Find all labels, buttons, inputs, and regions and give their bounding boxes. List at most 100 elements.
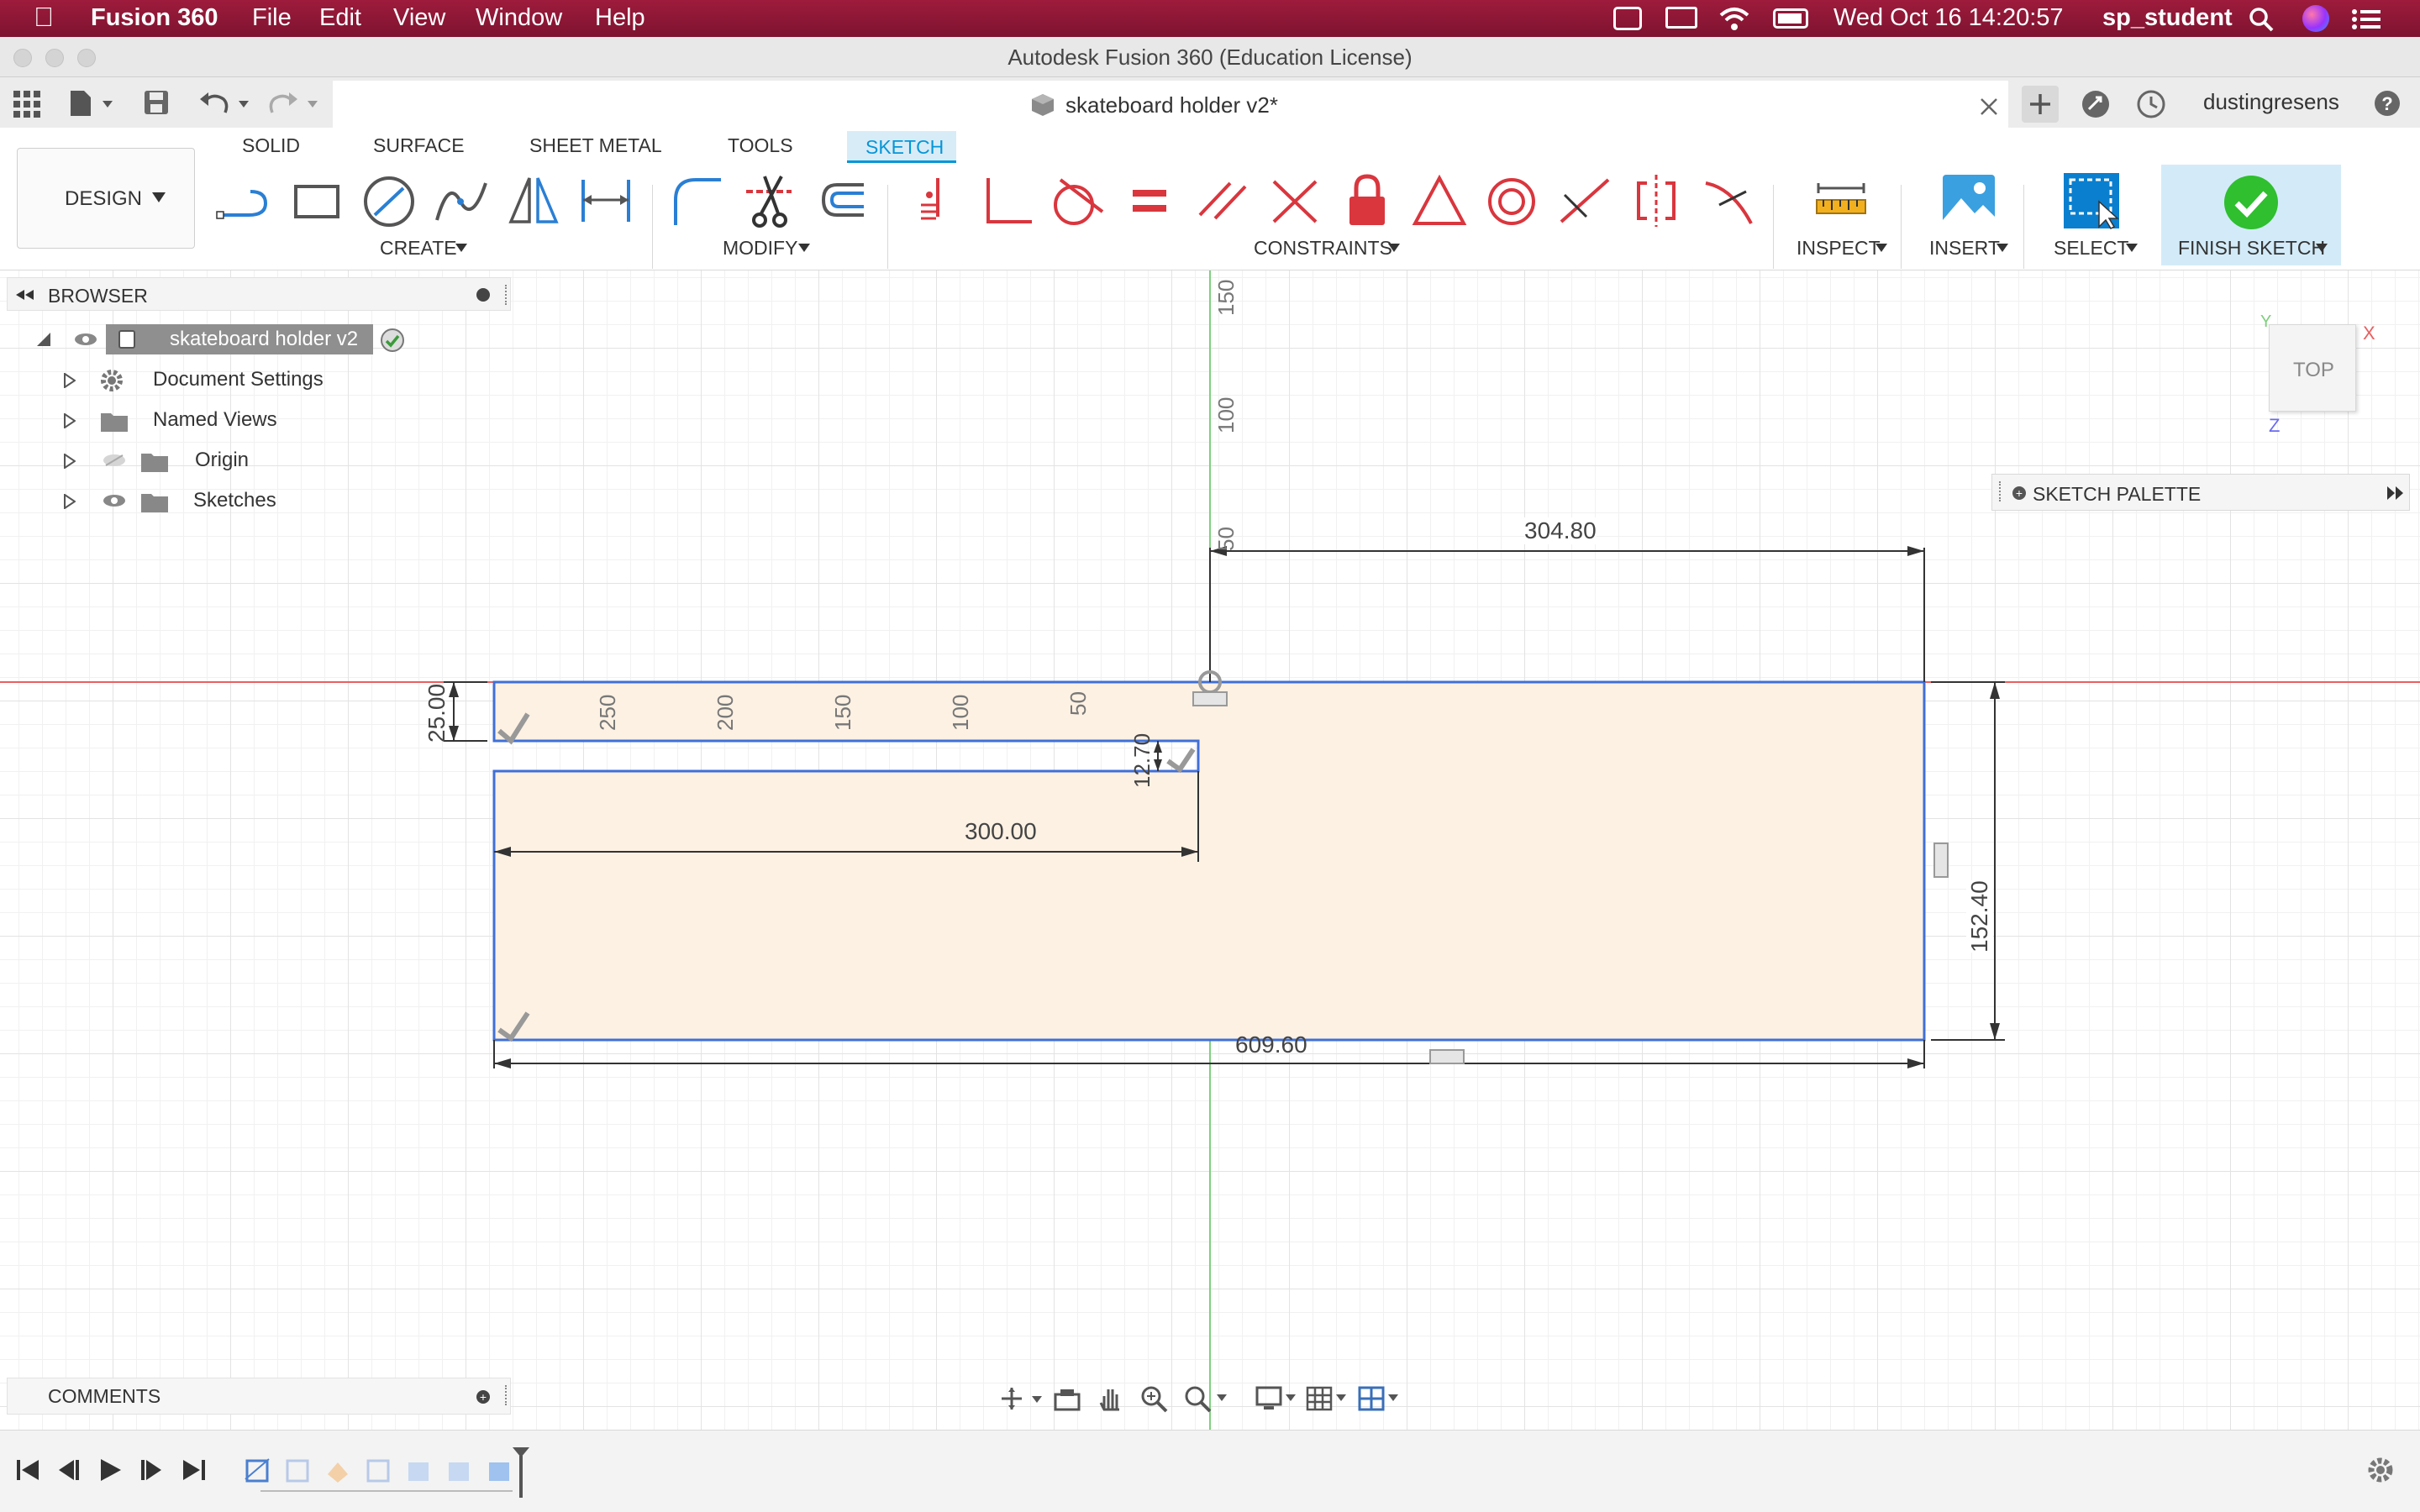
concentric-constraint-icon[interactable]: [1482, 171, 1541, 230]
line-tool-icon[interactable]: [215, 171, 274, 230]
close-tab-icon[interactable]: [1980, 97, 1998, 116]
notification-center-icon[interactable]: [2351, 8, 2381, 30]
expanded-triangle-icon[interactable]: [37, 333, 50, 346]
menu-view[interactable]: View: [393, 4, 445, 32]
fillet-tool-icon[interactable]: [667, 171, 726, 230]
collapsed-triangle-icon[interactable]: [64, 413, 76, 428]
screen-share-icon[interactable]: [1613, 7, 1642, 30]
collapsed-triangle-icon[interactable]: [64, 494, 76, 509]
browser-item-document-settings[interactable]: Document Settings: [7, 361, 343, 398]
visibility-eye-icon[interactable]: [103, 494, 126, 507]
circle-tool-icon[interactable]: [360, 171, 418, 230]
dimension-overall-length[interactable]: 609.60: [1235, 1032, 1307, 1058]
menu-help[interactable]: Help: [595, 4, 645, 32]
apple-icon[interactable]: : [34, 2, 54, 33]
account-user-name[interactable]: dustingresens: [2203, 89, 2339, 115]
wifi-icon[interactable]: [1718, 5, 1751, 32]
go-to-end-icon[interactable]: [182, 1457, 207, 1483]
recent-history-clock-icon[interactable]: [2136, 89, 2166, 119]
menu-edit[interactable]: Edit: [319, 4, 361, 32]
job-status-icon[interactable]: [2081, 89, 2111, 119]
siri-icon[interactable]: [2302, 5, 2329, 32]
battery-icon[interactable]: [1773, 8, 1808, 29]
insert-image-icon[interactable]: [1939, 171, 1998, 230]
spline-tool-icon[interactable]: [432, 171, 491, 230]
menu-file[interactable]: File: [252, 4, 292, 32]
orbit-icon[interactable]: [1000, 1386, 1044, 1411]
rectangle-tool-icon[interactable]: [287, 171, 346, 230]
close-window-button[interactable]: [13, 49, 32, 67]
step-back-icon[interactable]: [55, 1457, 81, 1483]
viewports-icon[interactable]: [1358, 1384, 1402, 1413]
tab-sheet-metal[interactable]: SHEET METAL: [529, 134, 662, 157]
go-to-start-icon[interactable]: [15, 1457, 40, 1483]
mirror-tool-icon[interactable]: [504, 171, 563, 230]
dimension-top-width[interactable]: 304.80: [1524, 517, 1597, 544]
coincident-constraint-icon[interactable]: [904, 171, 963, 230]
timeline-settings-gear-icon[interactable]: [2366, 1456, 2395, 1484]
collapsed-triangle-icon[interactable]: [64, 454, 76, 469]
curvature-constraint-icon[interactable]: [1699, 171, 1758, 230]
timeline-marker[interactable]: [511, 1446, 531, 1499]
drag-handle-icon[interactable]: [1999, 481, 2002, 501]
document-tab[interactable]: skateboard holder v2*: [333, 81, 2008, 128]
horizontal-vertical-constraint-icon[interactable]: [1555, 171, 1613, 230]
tab-tools[interactable]: TOOLS: [728, 134, 793, 157]
modify-group-label[interactable]: MODIFY: [723, 237, 797, 260]
display-settings-icon[interactable]: [1255, 1384, 1299, 1413]
select-group-label[interactable]: SELECT: [2054, 237, 2128, 260]
expand-plus-icon[interactable]: +: [2012, 486, 2026, 500]
browser-item-origin[interactable]: Origin: [7, 442, 343, 479]
step-forward-icon[interactable]: [139, 1457, 165, 1483]
equal-constraint-icon[interactable]: [1121, 171, 1180, 230]
workspace-switcher[interactable]: DESIGN: [17, 148, 195, 249]
browser-root-row[interactable]: skateboard holder v2: [7, 321, 410, 358]
insert-group-label[interactable]: INSERT: [1929, 237, 2000, 260]
redo-icon[interactable]: [267, 89, 323, 116]
spotlight-search-icon[interactable]: [2249, 7, 2274, 32]
constraints-group-label[interactable]: CONSTRAINTS: [1254, 237, 1392, 260]
tab-sketch-active[interactable]: SKETCH: [847, 131, 956, 163]
finish-sketch-button[interactable]: FINISH SKETCH: [2161, 165, 2341, 265]
collapse-left-arrows-icon[interactable]: [16, 290, 34, 300]
visibility-eye-icon[interactable]: [74, 333, 97, 346]
menu-window[interactable]: Window: [476, 4, 562, 32]
trim-scissors-icon[interactable]: [739, 171, 798, 230]
browser-header[interactable]: BROWSER: [7, 277, 511, 311]
create-group-label[interactable]: CREATE: [380, 237, 457, 260]
browser-item-named-views[interactable]: Named Views: [7, 402, 343, 438]
undo-icon[interactable]: [198, 89, 254, 116]
menubar-clock[interactable]: Wed Oct 16 14:20:57: [1833, 4, 2064, 32]
new-tab-button[interactable]: [2022, 86, 2059, 123]
fix-lock-constraint-icon[interactable]: [1338, 171, 1397, 230]
offset-tool-icon[interactable]: [812, 171, 871, 230]
hidden-eye-icon[interactable]: [103, 454, 126, 467]
zoom-window-button[interactable]: [77, 49, 96, 67]
play-icon[interactable]: [97, 1457, 123, 1483]
collapsed-triangle-icon[interactable]: [64, 373, 76, 388]
drag-handle-icon[interactable]: [505, 1385, 508, 1405]
add-comment-icon[interactable]: +: [476, 1390, 490, 1404]
dimension-right-height[interactable]: 152.40: [1966, 880, 1993, 953]
file-menu-icon[interactable]: [69, 89, 118, 118]
panel-expand-arrows-icon[interactable]: [2387, 486, 2404, 500]
midpoint-constraint-icon[interactable]: [1410, 171, 1469, 230]
dimension-slot-height[interactable]: 12.70: [1129, 733, 1155, 788]
dimension-slot-length[interactable]: 300.00: [965, 818, 1037, 845]
minimize-window-button[interactable]: [45, 49, 64, 67]
browser-item-sketches[interactable]: Sketches: [7, 482, 343, 519]
perpendicular-constraint-icon[interactable]: [976, 171, 1035, 230]
app-menu[interactable]: Fusion 360: [91, 4, 218, 32]
look-at-icon[interactable]: [1054, 1386, 1082, 1411]
drag-handle-icon[interactable]: [505, 285, 508, 305]
tangent-constraint-icon[interactable]: [1049, 171, 1107, 230]
browser-options-icon[interactable]: [476, 288, 490, 302]
symmetry-constraint-icon[interactable]: [1627, 171, 1686, 230]
parallel-constraint-icon[interactable]: [1193, 171, 1252, 230]
menubar-user[interactable]: sp_student: [2102, 4, 2233, 32]
sketch-dimension-tool-icon[interactable]: [576, 171, 635, 230]
comments-panel[interactable]: COMMENTS +: [7, 1378, 511, 1415]
help-icon[interactable]: ?: [2373, 89, 2402, 118]
data-panel-grid-icon[interactable]: [13, 91, 40, 118]
tab-surface[interactable]: SURFACE: [373, 134, 465, 157]
